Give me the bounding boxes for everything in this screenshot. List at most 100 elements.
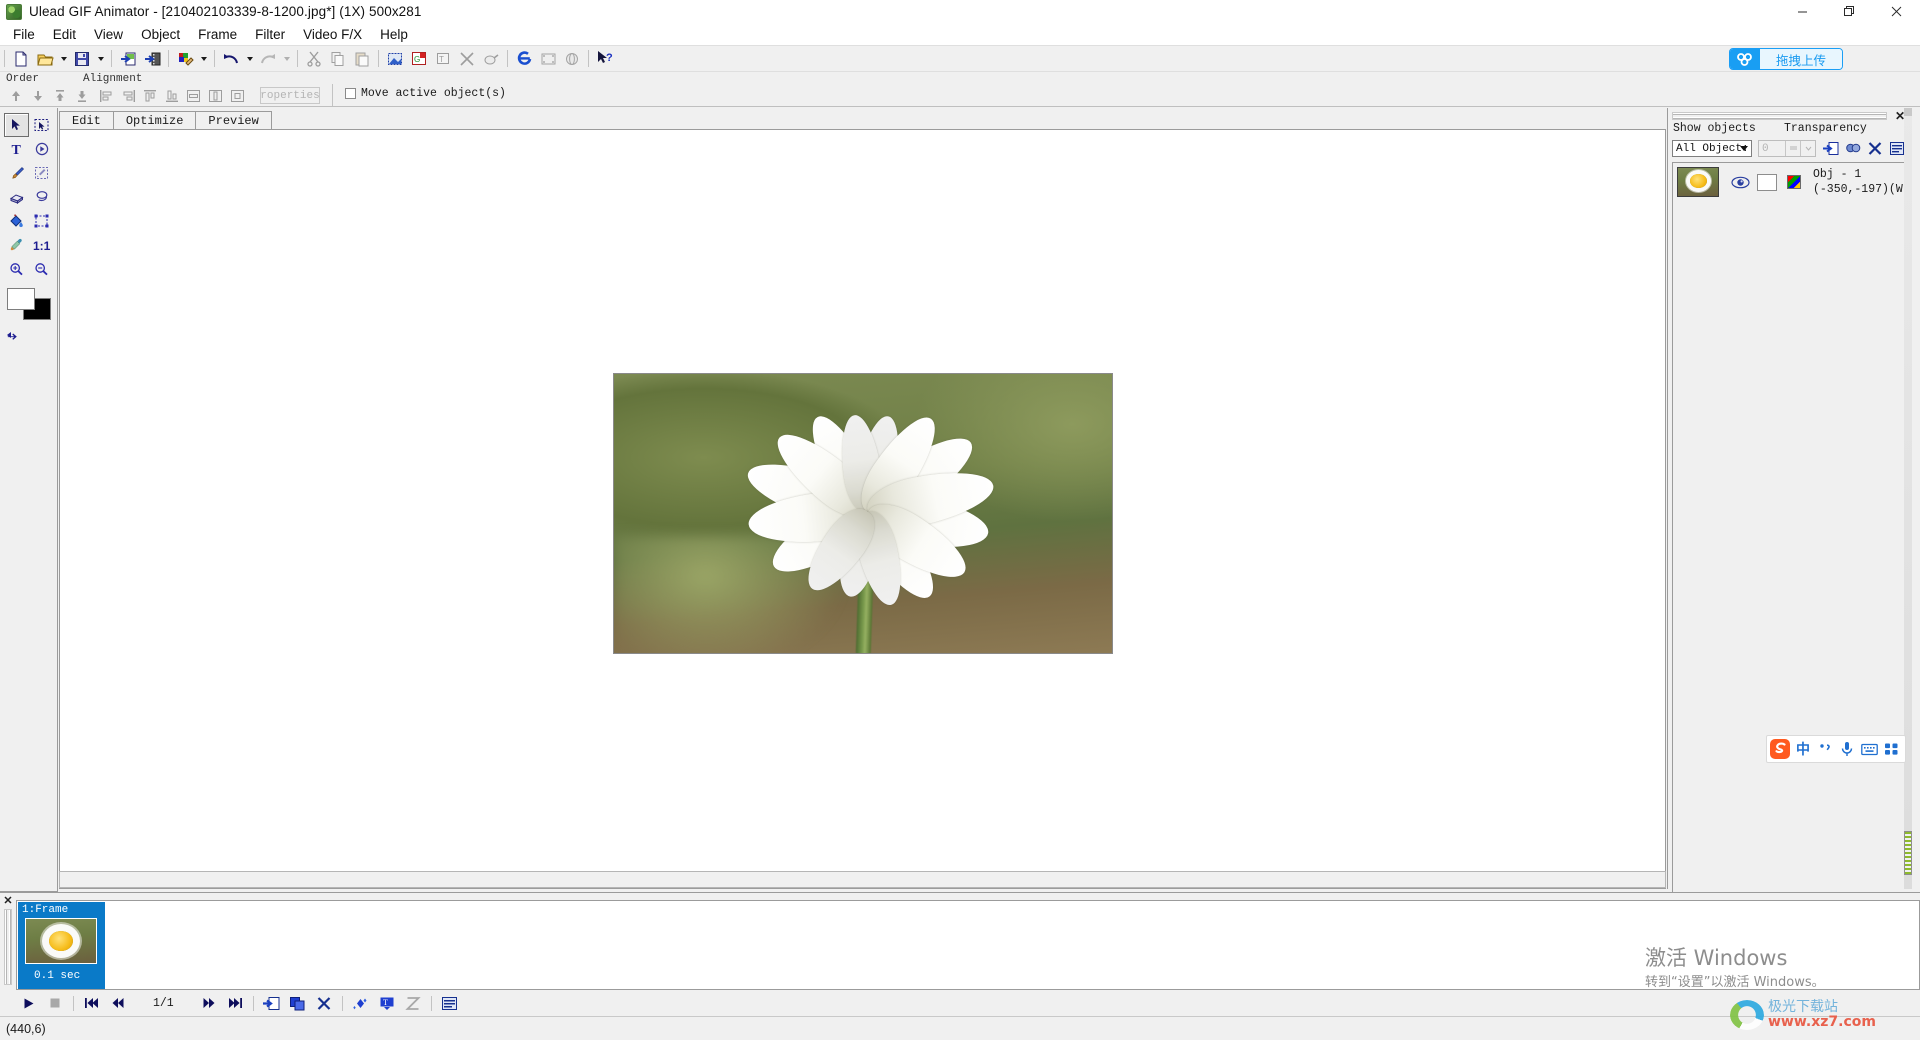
menu-frame[interactable]: Frame bbox=[189, 25, 246, 44]
menu-edit[interactable]: Edit bbox=[44, 25, 85, 44]
title-bar: Ulead GIF Animator - [210402103339-8-120… bbox=[0, 0, 1920, 23]
canvas-area[interactable] bbox=[59, 129, 1666, 889]
frame-panel-grip[interactable] bbox=[4, 909, 12, 985]
soft-keyboard-icon[interactable] bbox=[1858, 736, 1880, 762]
move-active-objects-label: Move active object(s) bbox=[361, 87, 506, 100]
show-objects-select[interactable]: All Object: bbox=[1672, 140, 1752, 157]
swap-colors-icon[interactable] bbox=[6, 330, 20, 348]
stepper-buttons[interactable] bbox=[1785, 141, 1815, 156]
svg-text:1:1: 1:1 bbox=[33, 239, 51, 252]
svg-text:T: T bbox=[383, 998, 388, 1007]
transparency-stepper[interactable]: 0 bbox=[1758, 140, 1816, 157]
frame-properties-icon[interactable] bbox=[439, 993, 461, 1014]
paint-bucket-tool-icon[interactable] bbox=[4, 209, 29, 233]
toolbox-icon[interactable] bbox=[1880, 736, 1902, 762]
object-list[interactable]: Obj - 1 (-350,-197)(W:120 ◀ ▶ bbox=[1672, 162, 1909, 952]
previous-frame-icon[interactable] bbox=[107, 993, 129, 1014]
color-picker-icon[interactable] bbox=[174, 48, 196, 70]
browser-preview-icon[interactable] bbox=[513, 48, 535, 70]
duplicate-frame-icon[interactable] bbox=[287, 993, 309, 1014]
list-item[interactable]: Obj - 1 (-350,-197)(W:120 bbox=[1675, 165, 1909, 199]
canvas-image[interactable] bbox=[613, 373, 1113, 654]
save-icon[interactable] bbox=[71, 48, 93, 70]
stepper-up-icon[interactable] bbox=[1785, 141, 1800, 156]
object-color-swatch[interactable] bbox=[1787, 175, 1801, 189]
add-effect-icon[interactable] bbox=[350, 993, 372, 1014]
close-button[interactable] bbox=[1873, 0, 1920, 23]
zoom-out-tool-icon[interactable] bbox=[29, 257, 54, 281]
text-tool-icon[interactable]: T bbox=[4, 137, 29, 161]
redo-icon[interactable] bbox=[257, 48, 279, 70]
panel-vertical-scrollbar[interactable] bbox=[1904, 108, 1912, 889]
open-icon[interactable] bbox=[34, 48, 56, 70]
voice-input-icon[interactable] bbox=[1836, 736, 1858, 762]
menu-help[interactable]: Help bbox=[371, 25, 417, 44]
minimize-button[interactable] bbox=[1779, 0, 1826, 23]
object-lock-checkbox[interactable] bbox=[1757, 174, 1777, 191]
add-object-icon[interactable] bbox=[1821, 139, 1841, 158]
application-icon bbox=[6, 4, 22, 20]
magic-wand-tool-icon[interactable] bbox=[29, 161, 54, 185]
sogou-logo-icon[interactable] bbox=[1768, 737, 1792, 761]
scrollbar-thumb-bottom[interactable] bbox=[1904, 831, 1912, 875]
menu-view[interactable]: View bbox=[85, 25, 132, 44]
svg-text:T: T bbox=[439, 55, 444, 64]
svg-text:?: ? bbox=[606, 52, 613, 64]
paintbrush-tool-icon[interactable] bbox=[4, 161, 29, 185]
alignment-buttons-group-2 bbox=[182, 86, 248, 106]
color-dropdown-icon[interactable] bbox=[197, 48, 210, 70]
undo-icon[interactable] bbox=[220, 48, 242, 70]
eraser-tool-icon[interactable] bbox=[4, 185, 29, 209]
optimize-icon[interactable] bbox=[384, 48, 406, 70]
delete-object-icon[interactable] bbox=[1865, 139, 1885, 158]
add-image-icon[interactable] bbox=[117, 48, 139, 70]
open-dropdown-icon[interactable] bbox=[57, 48, 70, 70]
first-frame-icon[interactable] bbox=[81, 993, 103, 1014]
pick-tool-icon[interactable] bbox=[4, 113, 29, 137]
checkbox-box[interactable] bbox=[345, 88, 356, 99]
add-frame-icon[interactable] bbox=[261, 993, 283, 1014]
selection-marquee-tool-icon[interactable] bbox=[29, 113, 54, 137]
menu-file[interactable]: File bbox=[4, 25, 44, 44]
menu-object[interactable]: Object bbox=[132, 25, 189, 44]
tab-optimize[interactable]: Optimize bbox=[113, 111, 197, 130]
foreground-color-swatch[interactable] bbox=[7, 288, 35, 310]
zoom-in-tool-icon[interactable] bbox=[4, 257, 29, 281]
add-banner-text-icon[interactable]: T bbox=[376, 993, 398, 1014]
duplicate-object-icon[interactable] bbox=[1843, 139, 1863, 158]
frame-strip[interactable]: 1:Frame 0.1 sec bbox=[16, 900, 1920, 990]
frame-item[interactable]: 1:Frame 0.1 sec bbox=[18, 902, 105, 989]
save-dropdown-icon[interactable] bbox=[94, 48, 107, 70]
tab-preview[interactable]: Preview bbox=[195, 111, 271, 130]
move-active-objects-checkbox[interactable]: Move active object(s) bbox=[345, 87, 506, 100]
transform-tool-icon[interactable] bbox=[29, 209, 54, 233]
new-icon[interactable] bbox=[10, 48, 32, 70]
alignment-buttons-group-1 bbox=[95, 86, 183, 106]
actual-size-tool-icon[interactable]: 1:1 bbox=[29, 233, 54, 257]
gif-icon[interactable]: G bbox=[408, 48, 430, 70]
canvas-horizontal-scrollbar[interactable] bbox=[59, 871, 1666, 888]
maximize-restore-button[interactable] bbox=[1826, 0, 1873, 23]
add-video-icon[interactable] bbox=[141, 48, 163, 70]
ellipse-tool-icon[interactable] bbox=[29, 137, 54, 161]
undo-dropdown-icon[interactable] bbox=[243, 48, 256, 70]
stepper-down-icon[interactable] bbox=[1800, 141, 1815, 156]
punctuation-icon[interactable] bbox=[1814, 736, 1836, 762]
next-frame-icon[interactable] bbox=[198, 993, 220, 1014]
help-pointer-icon[interactable]: ? bbox=[594, 48, 616, 70]
lasso-tool-icon[interactable] bbox=[29, 185, 54, 209]
alignment-group-label: Alignment bbox=[83, 73, 142, 85]
panel-grip[interactable] bbox=[1672, 112, 1887, 120]
drag-upload-button[interactable]: 拖拽上传 bbox=[1729, 48, 1843, 70]
scrollbar-thumb-top[interactable] bbox=[1904, 108, 1912, 116]
eye-icon[interactable] bbox=[1729, 172, 1751, 192]
play-icon[interactable] bbox=[18, 993, 40, 1014]
delete-frame-icon[interactable] bbox=[313, 993, 335, 1014]
last-frame-icon[interactable] bbox=[224, 993, 246, 1014]
eyedropper-tool-icon[interactable] bbox=[4, 233, 29, 257]
menu-video-fx[interactable]: Video F/X bbox=[294, 25, 371, 44]
tab-edit[interactable]: Edit bbox=[59, 111, 114, 130]
chinese-mode-icon[interactable]: 中 bbox=[1792, 736, 1814, 762]
close-icon[interactable]: ✕ bbox=[2, 895, 14, 907]
menu-filter[interactable]: Filter bbox=[246, 25, 294, 44]
